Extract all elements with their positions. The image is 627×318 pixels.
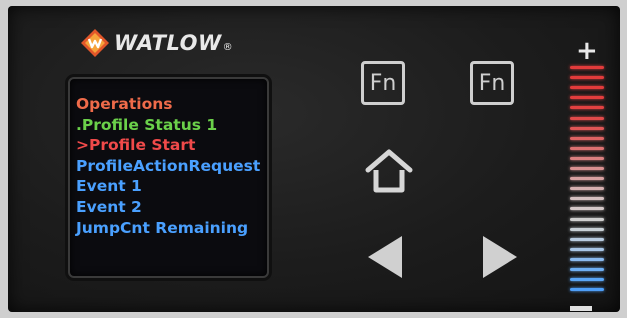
led-segment <box>570 146 604 150</box>
led-segment <box>570 257 604 261</box>
plus-indicator: + <box>576 36 598 66</box>
led-segment <box>570 278 604 282</box>
right-arrow-icon <box>483 236 517 278</box>
home-icon <box>365 149 413 193</box>
led-segment <box>570 156 604 160</box>
menu-line: Event 2 <box>76 197 142 216</box>
led-segment <box>570 227 604 231</box>
fn-right-label: Fn <box>478 70 506 96</box>
led-segment <box>570 76 604 80</box>
led-segment <box>570 106 604 110</box>
left-arrow-button[interactable] <box>366 234 404 284</box>
left-arrow-icon <box>368 236 402 278</box>
led-segment <box>570 187 604 191</box>
brand-registered-mark: ® <box>222 41 233 53</box>
led-segment <box>570 177 604 181</box>
menu-line: ProfileActionRequest <box>76 156 261 175</box>
menu-line: >Profile Start <box>76 136 196 155</box>
fn-right-button[interactable]: Fn <box>470 61 514 105</box>
led-segment <box>570 136 604 140</box>
led-segment <box>570 116 604 120</box>
home-button[interactable] <box>364 148 414 198</box>
led-segment <box>570 167 604 170</box>
menu-list: Operations .Profile Status 1 >Profile Star… <box>76 94 265 238</box>
brand-name: WATLOW <box>114 31 222 55</box>
led-segment <box>570 268 604 271</box>
led-segment <box>570 247 604 251</box>
device-photo-frame: WATLOW ® Operations .Profile Status 1 >Pro… <box>0 0 627 318</box>
led-segment <box>570 217 604 221</box>
menu-line: Operations <box>76 95 173 113</box>
led-segment <box>570 197 604 201</box>
led-segment <box>570 207 604 211</box>
led-segment <box>570 126 604 130</box>
menu-line: Event 1 <box>76 177 142 196</box>
led-segment <box>570 86 604 90</box>
menu-line: JumpCnt Remaining <box>76 218 249 237</box>
watlow-logo-icon <box>81 29 109 57</box>
minus-indicator <box>570 306 592 311</box>
right-arrow-button[interactable] <box>481 234 519 284</box>
fn-left-label: Fn <box>369 70 397 96</box>
fn-left-button[interactable]: Fn <box>361 61 405 105</box>
menu-line: .Profile Status 1 <box>76 115 218 134</box>
controller-faceplate: WATLOW ® Operations .Profile Status 1 >Pro… <box>8 6 620 312</box>
watlow-logo: WATLOW ® <box>80 26 233 60</box>
lcd-screen: Operations .Profile Status 1 >Profile Star… <box>68 77 269 278</box>
led-segment <box>570 288 604 292</box>
led-segment <box>570 66 604 69</box>
led-segment <box>570 237 604 241</box>
led-segment <box>570 96 604 100</box>
